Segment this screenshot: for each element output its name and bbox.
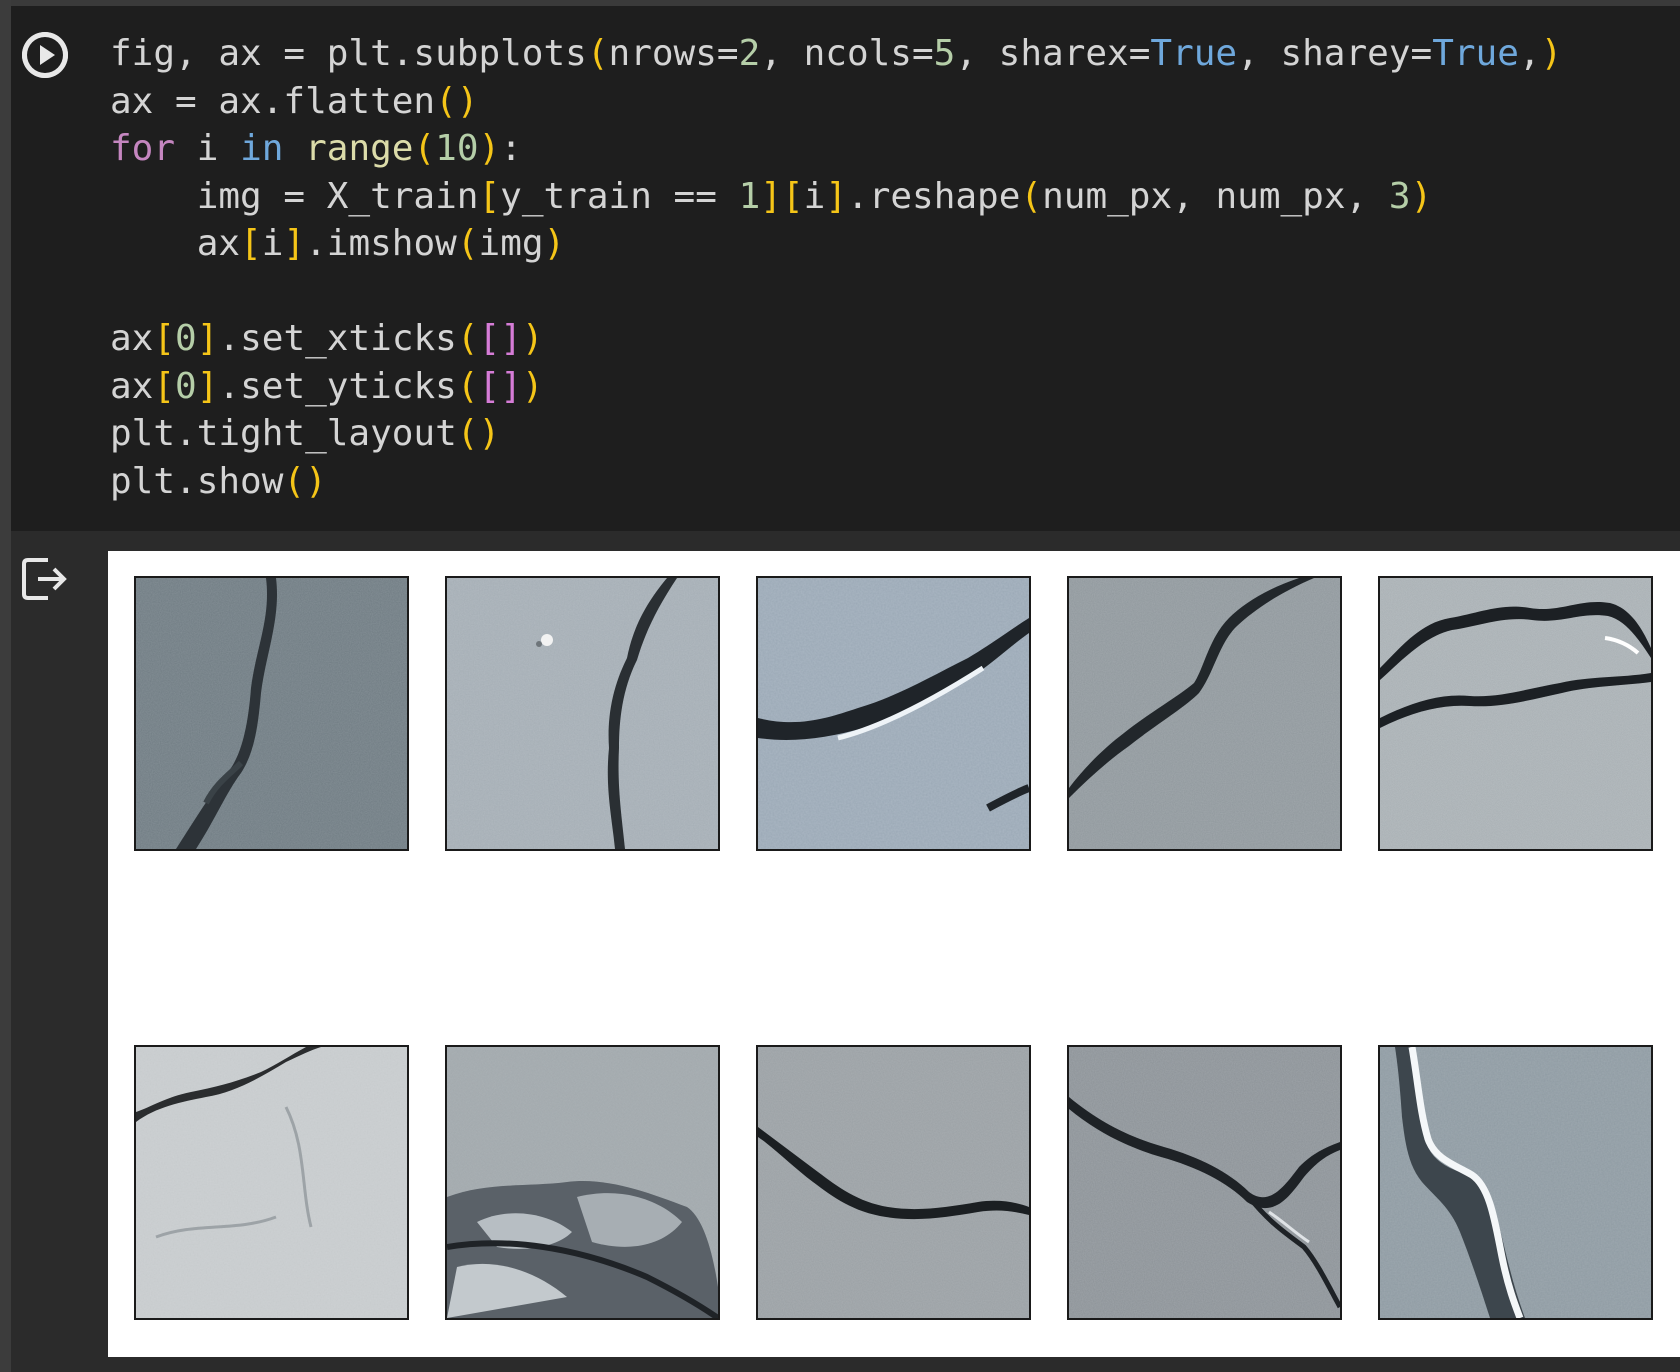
- code-line: ax[0].set_xticks([]): [110, 318, 544, 359]
- notebook-code-cell: fig, ax = plt.subplots(nrows=2, ncols=5,…: [11, 6, 1680, 1372]
- subplot-image-7: [756, 1045, 1031, 1320]
- code-line: plt.tight_layout(): [110, 413, 501, 454]
- code-line: img = X_train[y_train == 1][i].reshape(n…: [110, 175, 1433, 217]
- run-cell-button[interactable]: [22, 32, 68, 78]
- code-line: ax[0].set_yticks([]): [110, 365, 544, 407]
- subplot-image-0: [134, 576, 409, 851]
- subplot-image-4: [1378, 576, 1653, 851]
- subplot-image-3: [1067, 576, 1342, 851]
- code-line: for i in range(10):: [110, 128, 522, 169]
- output-figure: [108, 551, 1680, 1357]
- output-exit-icon: [22, 558, 67, 600]
- subplot-image-8: [1067, 1045, 1342, 1320]
- subplot-image-9: [1378, 1045, 1653, 1320]
- subplot-image-2: [756, 576, 1031, 851]
- play-icon: [22, 32, 68, 78]
- subplot-image-5: [134, 1045, 409, 1320]
- code-line: plt.show(): [110, 460, 327, 502]
- subplot-image-1: [445, 576, 720, 851]
- code-editor[interactable]: fig, ax = plt.subplots(nrows=2, ncols=5,…: [11, 6, 1680, 531]
- cell-focus-bar: [0, 0, 11, 1372]
- output-actions-button[interactable]: [20, 554, 70, 604]
- code-line: ax = ax.flatten(): [110, 80, 479, 122]
- cell-divider: [11, 531, 1680, 551]
- code-content[interactable]: fig, ax = plt.subplots(nrows=2, ncols=5,…: [110, 30, 1562, 505]
- code-line: ax[i].imshow(img): [110, 223, 566, 264]
- subplot-image-6: [445, 1045, 720, 1320]
- code-line: fig, ax = plt.subplots(nrows=2, ncols=5,…: [110, 33, 1563, 74]
